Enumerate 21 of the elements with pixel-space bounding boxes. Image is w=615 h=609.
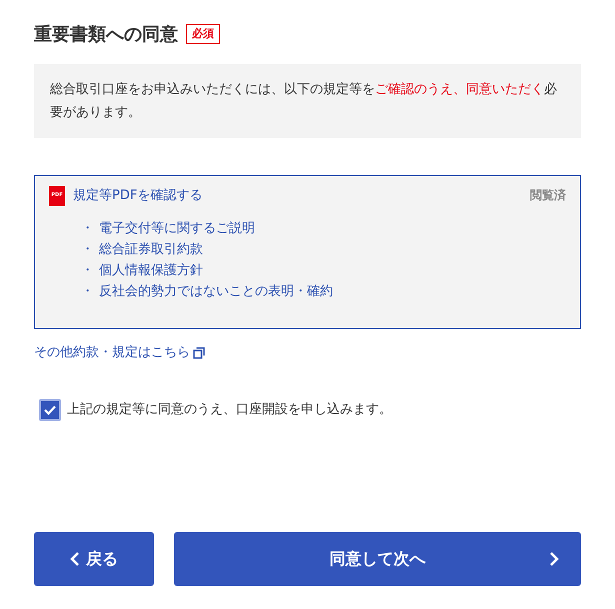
new-window-icon [193, 346, 205, 359]
bullet: ・ [81, 283, 95, 301]
agree-label: 上記の規定等に同意のうえ、口座開設を申し込みます。 [67, 400, 392, 419]
chevron-right-icon [549, 552, 559, 566]
bullet: ・ [81, 241, 95, 259]
document-item: 反社会的勢力ではないことの表明・確約 [99, 283, 333, 301]
document-item: 個人情報保護方針 [99, 262, 203, 280]
required-badge: 必須 [186, 24, 220, 44]
chevron-left-icon [70, 552, 80, 566]
viewed-status: 閲覧済 [530, 187, 566, 204]
notice-text: 総合取引口座をお申込みいただくには、以下の規定等をご確認のうえ、同意いただく 必要があります。 [50, 82, 557, 120]
bullet: ・ [81, 262, 95, 280]
pdf-link[interactable]: 規定等PDFを確認する [73, 186, 202, 206]
agree-checkbox[interactable] [39, 398, 61, 420]
other-terms-link[interactable]: その他約款・規定はこちら [34, 343, 190, 362]
document-item: 電子交付等に関するご説明 [99, 220, 255, 238]
document-item: 総合証券取引約款 [99, 241, 203, 259]
bullet: ・ [81, 220, 95, 238]
section-title: 重要書類への同意 [34, 22, 178, 46]
next-button[interactable]: 同意して次へ [174, 532, 581, 586]
back-button[interactable]: 戻る [34, 532, 154, 586]
